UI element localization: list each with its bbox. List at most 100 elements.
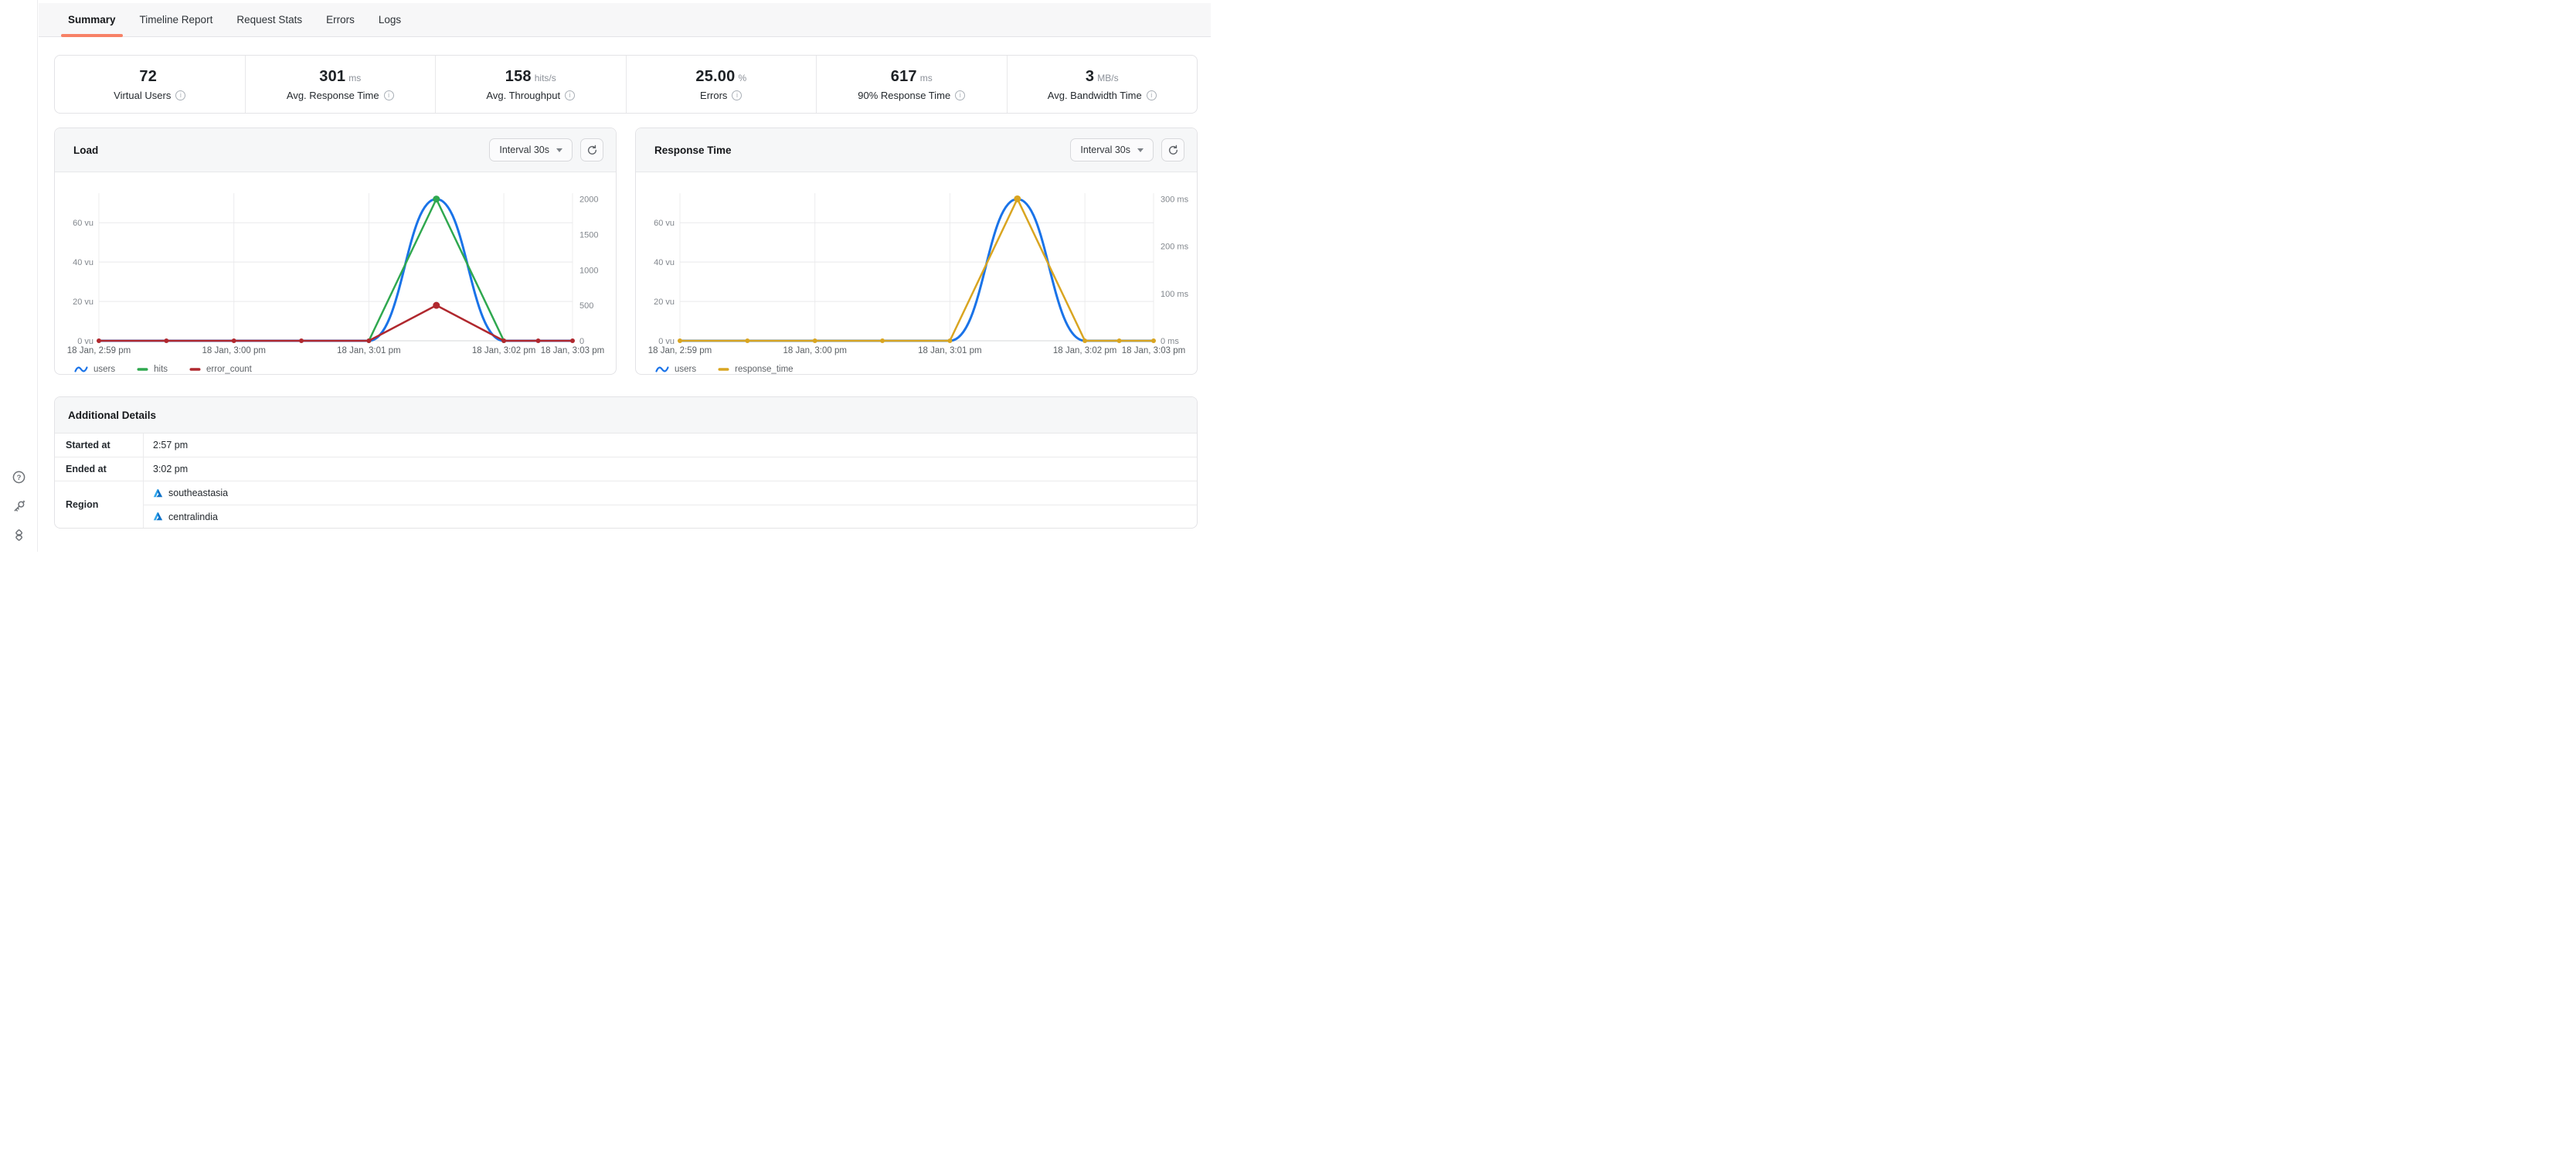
stat-value: 3 (1085, 67, 1095, 85)
info-icon[interactable] (383, 90, 394, 100)
tab-timeline-report[interactable]: Timeline Report (138, 3, 215, 37)
svg-text:0: 0 (579, 337, 584, 346)
refresh-icon (1168, 144, 1178, 155)
row-value: 2:57 pm (153, 440, 189, 450)
stat-avg-bandwidth: 3 MB/s Avg. Bandwidth Time (1008, 56, 1198, 113)
refresh-button[interactable] (580, 138, 603, 162)
stat-unit: ms (348, 72, 362, 83)
svg-text:20 vu: 20 vu (654, 298, 675, 307)
svg-text:20 vu: 20 vu (73, 298, 93, 307)
chevron-down-icon (556, 148, 562, 152)
svg-text:?: ? (16, 474, 21, 482)
svg-text:60 vu: 60 vu (654, 219, 675, 228)
stat-label: Errors (700, 89, 728, 101)
refresh-button[interactable] (1161, 138, 1184, 162)
legend-item-error_count[interactable]: error_count (189, 365, 252, 374)
legend-item-response_time[interactable]: response_time (718, 365, 794, 374)
info-icon[interactable] (955, 90, 966, 100)
stat-label: 90% Response Time (858, 89, 951, 101)
svg-text:18 Jan, 3:03 pm: 18 Jan, 3:03 pm (1122, 346, 1185, 355)
info-icon[interactable] (175, 90, 186, 100)
layers-icon[interactable] (12, 529, 25, 542)
azure-icon (153, 512, 163, 521)
svg-text:1500: 1500 (579, 230, 598, 240)
stat-value: 72 (139, 67, 158, 85)
svg-text:18 Jan, 3:01 pm: 18 Jan, 3:01 pm (337, 346, 400, 355)
load-chart-title: Load (73, 144, 99, 156)
chevron-down-icon (1137, 148, 1144, 152)
svg-text:0 vu: 0 vu (77, 337, 93, 346)
info-icon[interactable] (1146, 90, 1157, 100)
key-icon[interactable] (12, 500, 25, 513)
svg-text:40 vu: 40 vu (73, 258, 93, 267)
svg-text:18 Jan, 2:59 pm: 18 Jan, 2:59 pm (67, 346, 131, 355)
response-time-chart-legend: users response_time (636, 359, 1197, 374)
wave-icon (655, 366, 669, 372)
legend-item-hits[interactable]: hits (137, 365, 168, 374)
stat-avg-throughput: 158 hits/s Avg. Throughput (436, 56, 627, 113)
summary-stats-card: 72 Virtual Users 301ms Avg. Response Tim… (54, 55, 1198, 114)
stat-value: 25.00 (695, 67, 736, 85)
tab-logs[interactable]: Logs (377, 3, 403, 37)
stat-unit: % (738, 72, 747, 83)
stat-value: 301 (319, 67, 346, 85)
additional-details-card: Additional Details Started at 2:57 pm En… (54, 396, 1198, 529)
row-value: 3:02 pm (153, 464, 189, 474)
stat-virtual-users: 72 Virtual Users (55, 56, 246, 113)
svg-text:18 Jan, 3:03 pm: 18 Jan, 3:03 pm (541, 346, 604, 355)
wave-icon (74, 366, 88, 372)
table-row: Started at 2:57 pm (55, 434, 1197, 457)
tab-errors[interactable]: Errors (325, 3, 356, 37)
stat-unit: ms (919, 72, 933, 83)
svg-text:500: 500 (579, 301, 593, 311)
stat-label: Avg. Throughput (486, 89, 561, 101)
response-time-chart-card: Response Time Interval 30s 18 Jan, 2:59 … (635, 128, 1198, 375)
info-icon[interactable] (565, 90, 576, 100)
load-chart-canvas: 18 Jan, 2:59 pm 18 Jan, 3:00 pm 18 Jan, 3:… (67, 193, 604, 355)
content: 72 Virtual Users 301ms Avg. Response Tim… (39, 37, 1211, 529)
row-label: Region (55, 481, 144, 528)
interval-dropdown[interactable]: Interval 30s (489, 138, 573, 162)
legend-item-users[interactable]: users (655, 365, 696, 374)
svg-text:100 ms: 100 ms (1161, 290, 1189, 299)
svg-text:40 vu: 40 vu (654, 258, 675, 267)
row-label: Ended at (55, 457, 144, 481)
interval-dropdown[interactable]: Interval 30s (1070, 138, 1154, 162)
stat-avg-response-time: 301 ms Avg. Response Time (246, 56, 436, 113)
left-rail: ? (0, 0, 38, 552)
stat-label: Virtual Users (114, 89, 172, 101)
svg-text:18 Jan, 3:02 pm: 18 Jan, 3:02 pm (472, 346, 535, 355)
svg-text:0 ms: 0 ms (1161, 337, 1179, 346)
svg-text:60 vu: 60 vu (73, 219, 93, 228)
dash-icon (137, 368, 148, 371)
svg-text:18 Jan, 3:01 pm: 18 Jan, 3:01 pm (918, 346, 981, 355)
main-area: Summary Timeline Report Request Stats Er… (39, 0, 1211, 529)
response-time-chart-canvas: 18 Jan, 2:59 pm 18 Jan, 3:00 pm 18 Jan, 3:… (648, 193, 1189, 355)
dash-icon (189, 368, 201, 371)
svg-text:18 Jan, 2:59 pm: 18 Jan, 2:59 pm (648, 346, 712, 355)
response-time-chart-title: Response Time (654, 144, 732, 156)
svg-text:300 ms: 300 ms (1161, 195, 1189, 204)
stat-label: Avg. Bandwidth Time (1047, 89, 1142, 101)
legend-item-users[interactable]: users (74, 365, 115, 374)
stat-value: 617 (890, 67, 917, 85)
azure-icon (153, 488, 163, 497)
info-icon[interactable] (732, 90, 743, 100)
svg-text:1000: 1000 (579, 266, 598, 275)
additional-details-title: Additional Details (55, 397, 1197, 434)
svg-text:0 vu: 0 vu (658, 337, 675, 346)
load-chart-card: Load Interval 30s 18 Jan, 2:59 pm 18 Jan,… (54, 128, 617, 375)
svg-text:200 ms: 200 ms (1161, 243, 1189, 252)
svg-text:18 Jan, 3:00 pm: 18 Jan, 3:00 pm (202, 346, 265, 355)
help-icon[interactable]: ? (12, 471, 25, 484)
tab-summary[interactable]: Summary (61, 3, 123, 37)
load-chart-legend: users hits error_count (55, 359, 616, 374)
table-row: Region southeastasia centralindia (55, 481, 1197, 528)
stat-label: Avg. Response Time (286, 89, 379, 101)
stat-90-response-time: 617 ms 90% Response Time (817, 56, 1008, 113)
row-label: Started at (55, 434, 144, 457)
tab-request-stats[interactable]: Request Stats (235, 3, 304, 37)
stat-errors: 25.00% Errors (627, 56, 817, 113)
dash-icon (718, 368, 729, 371)
refresh-icon (587, 144, 596, 155)
